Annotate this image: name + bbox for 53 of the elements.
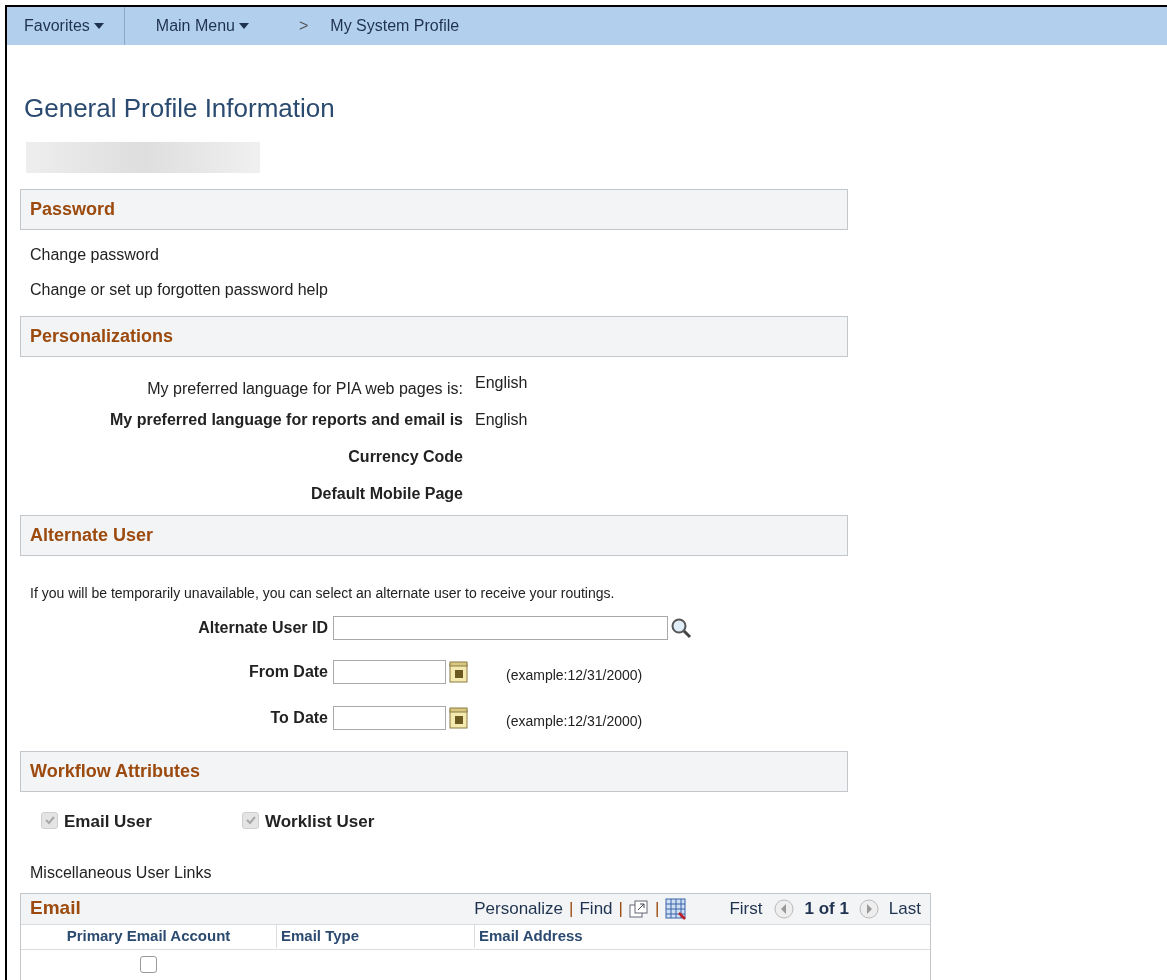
page-title: General Profile Information	[24, 92, 336, 125]
first-link[interactable]: First	[729, 895, 763, 922]
column-header: Email Type	[276, 925, 474, 948]
checkbox[interactable]	[140, 956, 157, 973]
date-field[interactable]	[333, 705, 446, 730]
column-header: Email Address	[474, 925, 930, 948]
last-link[interactable]: Last	[888, 895, 921, 922]
field-label: From Date	[247, 661, 328, 682]
breadcrumb-current: My System Profile	[330, 16, 460, 36]
password-link[interactable]: Change or set up forgotten password help	[30, 278, 1167, 302]
checkmark-icon	[43, 814, 56, 827]
miscellaneous-user-links[interactable]: Miscellaneous User Links	[7, 860, 1167, 885]
field-label: To Date	[269, 707, 328, 728]
section-title: Password	[30, 198, 116, 221]
field-label: Alternate User ID	[197, 618, 328, 638]
checkbox-label: Email User	[64, 811, 152, 833]
row-count: 1 of 1	[804, 897, 849, 920]
calendar-icon[interactable]	[449, 660, 469, 683]
search-icon[interactable]	[670, 617, 692, 639]
date-example: (example:12/31/2000)	[506, 712, 643, 731]
spreadsheet-icon[interactable]	[665, 897, 688, 920]
breadcrumb-separator: >	[298, 16, 309, 36]
divider: |	[569, 897, 574, 920]
next-icon[interactable]	[858, 898, 879, 919]
section-title: Alternate User	[30, 524, 154, 547]
field-label: My preferred language for reports and email is	[109, 410, 463, 430]
divider: |	[618, 897, 623, 920]
find-link[interactable]: Find	[579, 895, 613, 922]
alternate-user-id-field[interactable]	[333, 616, 668, 640]
field-value: English	[475, 410, 528, 430]
calendar-icon[interactable]	[449, 706, 469, 729]
section-title: Workflow Attributes	[30, 760, 200, 783]
field-label: Default Mobile Page	[309, 484, 463, 504]
date-example: (example:12/31/2000)	[506, 666, 643, 685]
checkbox-label: Worklist User	[265, 811, 375, 833]
divider: |	[655, 897, 660, 920]
field-value: English	[475, 373, 528, 393]
previous-icon[interactable]	[774, 898, 795, 919]
password-link[interactable]: Change password	[30, 243, 1167, 267]
new-window-icon[interactable]	[629, 899, 649, 918]
caret-icon	[238, 23, 249, 29]
main-menu[interactable]: Main Menu	[155, 14, 249, 38]
date-field[interactable]	[333, 659, 446, 684]
personalize-link[interactable]: Personalize	[474, 895, 564, 922]
checkmark-icon	[244, 814, 257, 827]
field-label: My preferred language for PIA web pages is:	[146, 379, 463, 399]
grid-title: Email	[30, 896, 81, 921]
alternate-user-note: If you will be temporarily unavailable, you can select an alternate user to receive your routings.	[29, 584, 616, 603]
caret-icon	[93, 23, 104, 29]
section-title: Personalizations	[30, 325, 174, 348]
favorites-menu[interactable]: Favorites	[7, 7, 125, 45]
column-header: Primary Email Account	[65, 926, 232, 947]
field-label: Currency Code	[347, 447, 463, 467]
